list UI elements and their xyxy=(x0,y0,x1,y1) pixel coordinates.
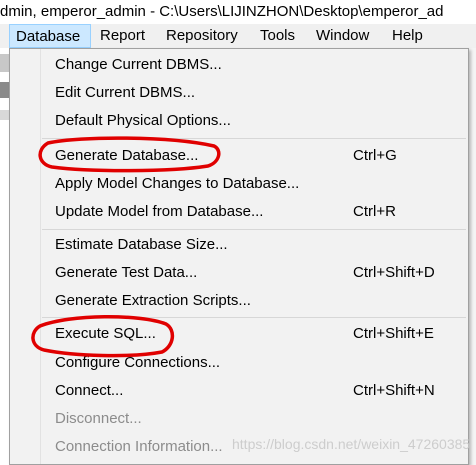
menu-database[interactable]: Database xyxy=(9,24,91,48)
menu-item-shortcut: Ctrl+Shift+E xyxy=(353,325,434,342)
menu-repository[interactable]: Repository xyxy=(166,24,238,48)
menu-item-label: Connect... xyxy=(55,382,124,399)
menu-item-generate-test-data[interactable]: Generate Test Data... Ctrl+Shift+D xyxy=(10,259,468,287)
menu-item-connect[interactable]: Connect... Ctrl+Shift+N xyxy=(10,377,468,405)
menu-item-execute-sql[interactable]: Execute SQL... Ctrl+Shift+E xyxy=(10,320,468,348)
menu-item-default-physical-options[interactable]: Default Physical Options... xyxy=(10,107,468,135)
menu-item-label: Generate Test Data... xyxy=(55,264,198,281)
menu-item-label: Generate Database... xyxy=(55,147,199,164)
menu-item-label: Generate Extraction Scripts... xyxy=(55,292,251,309)
menu-item-label: Change Current DBMS... xyxy=(55,56,222,73)
menu-item-generate-extraction-scripts[interactable]: Generate Extraction Scripts... xyxy=(10,287,468,315)
menu-item-configure-connections[interactable]: Configure Connections... xyxy=(10,349,468,377)
background-right-edge xyxy=(468,48,476,465)
window-title-text: dmin, emperor_admin - C:\Users\LIJINZHON… xyxy=(0,3,444,20)
menu-item-label: Disconnect... xyxy=(55,410,142,427)
menu-item-disconnect: Disconnect... xyxy=(10,405,468,433)
menu-item-label: Estimate Database Size... xyxy=(55,236,228,253)
menu-item-estimate-database-size[interactable]: Estimate Database Size... xyxy=(10,231,468,259)
menu-item-label: Execute SQL... xyxy=(55,325,156,342)
menu-window[interactable]: Window xyxy=(316,24,369,48)
menu-item-label: Default Physical Options... xyxy=(55,112,231,129)
database-dropdown-menu: Change Current DBMS... Edit Current DBMS… xyxy=(9,48,469,465)
window-title: dmin, emperor_admin - C:\Users\LIJINZHON… xyxy=(0,0,476,24)
menu-help[interactable]: Help xyxy=(392,24,423,48)
menu-item-generate-database[interactable]: Generate Database... Ctrl+G xyxy=(10,142,468,170)
menu-item-shortcut: Ctrl+Shift+D xyxy=(353,264,435,281)
menu-item-label: Connection Information... xyxy=(55,438,223,455)
menu-separator xyxy=(42,229,466,230)
menu-report[interactable]: Report xyxy=(100,24,145,48)
menu-item-update-model-from-database[interactable]: Update Model from Database... Ctrl+R xyxy=(10,198,468,226)
menu-tools[interactable]: Tools xyxy=(260,24,295,48)
menu-item-edit-current-dbms[interactable]: Edit Current DBMS... xyxy=(10,79,468,107)
watermark: https://blog.csdn.net/weixin_47260385 xyxy=(232,436,471,452)
menu-item-change-current-dbms[interactable]: Change Current DBMS... xyxy=(10,51,468,79)
menu-bar: Database Report Repository Tools Window … xyxy=(0,24,476,48)
menu-item-shortcut: Ctrl+R xyxy=(353,203,396,220)
menu-separator xyxy=(42,138,466,139)
menu-item-label: Edit Current DBMS... xyxy=(55,84,196,101)
menu-separator xyxy=(42,317,466,318)
menu-item-label: Configure Connections... xyxy=(55,354,221,371)
menu-item-shortcut: Ctrl+Shift+N xyxy=(353,382,435,399)
menu-item-apply-model-changes[interactable]: Apply Model Changes to Database... xyxy=(10,170,468,198)
menu-item-label: Apply Model Changes to Database... xyxy=(55,175,300,192)
menu-item-shortcut: Ctrl+G xyxy=(353,147,397,164)
menu-item-label: Update Model from Database... xyxy=(55,203,264,220)
